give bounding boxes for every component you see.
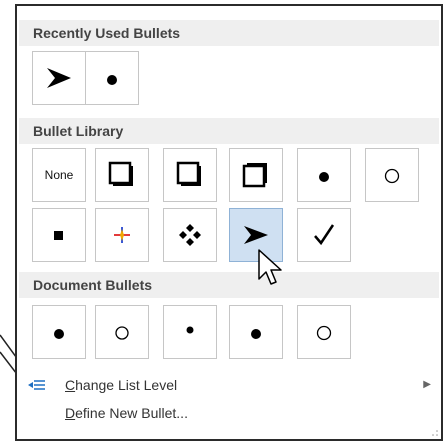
library-bullet-checkmark[interactable]	[297, 208, 351, 262]
filled-circle-icon	[251, 329, 261, 339]
document-bullet-filled-circle-1[interactable]	[32, 305, 86, 359]
four-diamonds-icon	[179, 224, 201, 246]
document-bullet-hollow-circle-2[interactable]	[297, 305, 351, 359]
change-list-level-label: Change List Level	[65, 377, 178, 393]
checkmark-icon	[314, 224, 335, 246]
filled-circle-icon	[107, 75, 117, 85]
library-bullet-shadowed-square-3[interactable]	[229, 148, 283, 202]
document-bullets-header: Document Bullets	[19, 272, 439, 298]
filled-circle-icon	[54, 329, 64, 339]
none-label: None	[44, 168, 74, 182]
top-shadow-square-icon	[242, 163, 267, 188]
recently-used-header: Recently Used Bullets	[19, 20, 439, 46]
define-new-bullet-label: Define New Bullet...	[65, 405, 188, 421]
arrowhead-icon	[47, 68, 71, 88]
recently-used-title: Recently Used Bullets	[33, 25, 181, 41]
library-bullet-filled-circle[interactable]	[297, 148, 351, 202]
submenu-arrow-icon: ▶	[423, 379, 431, 390]
library-bullet-shadowed-square-2[interactable]	[163, 148, 217, 202]
library-bullet-four-diamonds[interactable]	[163, 208, 217, 262]
bullets-dropdown-menu: Recently Used Bullets Bullet Library Non…	[15, 4, 443, 441]
recent-bullet-round[interactable]	[85, 51, 139, 105]
small-dot-icon	[186, 326, 194, 334]
bullet-library-header: Bullet Library	[19, 118, 439, 144]
filled-square-icon	[54, 231, 63, 240]
hollow-circle-icon	[316, 325, 332, 341]
shadowed-square-icon	[108, 161, 133, 186]
library-bullet-filled-square[interactable]	[32, 208, 86, 262]
define-new-bullet-item[interactable]: Define New Bullet...	[19, 399, 439, 427]
mouse-cursor-icon	[258, 249, 282, 285]
document-bullet-small-dot[interactable]	[163, 305, 217, 359]
color-star-icon	[114, 227, 130, 243]
document-bullets-title: Document Bullets	[33, 277, 153, 293]
arrowhead-icon	[244, 226, 268, 244]
hollow-circle-icon	[115, 326, 129, 340]
filled-circle-icon	[319, 172, 329, 182]
document-bullet-filled-circle-2[interactable]	[229, 305, 283, 359]
recent-bullet-arrowhead[interactable]	[32, 51, 86, 105]
document-bullet-hollow-circle-1[interactable]	[95, 305, 149, 359]
library-bullet-shadowed-square-1[interactable]	[95, 148, 149, 202]
library-bullet-color-star[interactable]	[95, 208, 149, 262]
list-level-icon	[28, 380, 45, 390]
library-bullet-none[interactable]: None	[32, 148, 86, 202]
bullet-library-title: Bullet Library	[33, 123, 124, 139]
hollow-circle-icon	[384, 168, 400, 184]
change-list-level-item[interactable]: Change List Level ▶	[19, 371, 439, 399]
shadowed-square-icon	[176, 161, 201, 186]
resize-grip-icon[interactable]	[431, 429, 439, 437]
library-bullet-hollow-circle[interactable]	[365, 148, 419, 202]
